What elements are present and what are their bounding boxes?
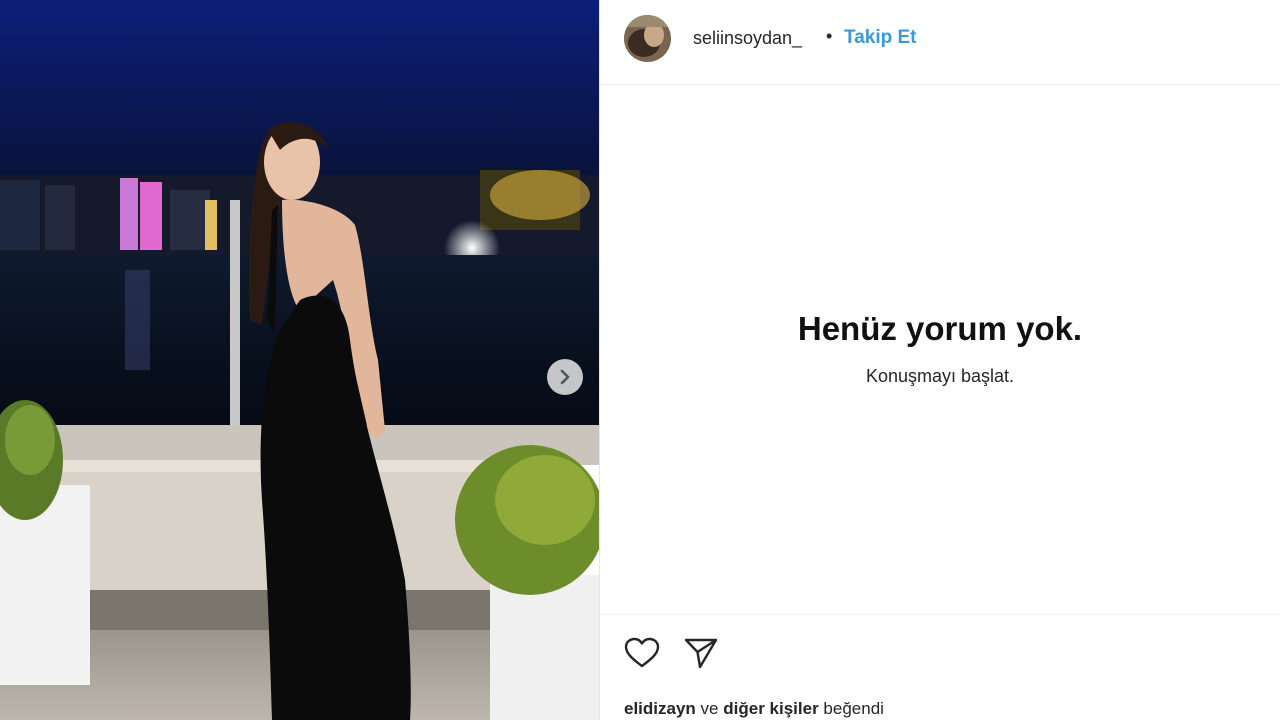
like-button[interactable] xyxy=(624,637,660,674)
separator-dot: • xyxy=(826,26,833,46)
post-actions: elidizayn ve diğer kişiler beğendi xyxy=(600,614,1280,721)
username-link[interactable]: seliinsoydan_ xyxy=(693,28,802,49)
avatar-image xyxy=(624,15,671,62)
liked-by-others-link[interactable]: diğer kişiler xyxy=(723,699,818,718)
follow-button[interactable]: Takip Et xyxy=(844,27,917,49)
chevron-right-icon xyxy=(560,369,570,385)
likes-suffix: beğendi xyxy=(823,699,884,718)
likes-summary: elidizayn ve diğer kişiler beğendi xyxy=(624,699,884,719)
empty-comments-title: Henüz yorum yok. xyxy=(797,310,1083,347)
post-header: seliinsoydan_ • Takip Et xyxy=(600,0,1280,85)
liked-by-user-link[interactable]: elidizayn xyxy=(624,699,696,718)
post-photo xyxy=(0,0,599,720)
avatar[interactable] xyxy=(624,15,671,62)
send-icon xyxy=(684,638,718,669)
post-side-panel: seliinsoydan_ • Takip Et Henüz yorum yok… xyxy=(600,0,1280,720)
likes-connector: ve xyxy=(700,699,719,718)
carousel-next-button[interactable] xyxy=(547,359,583,395)
share-button[interactable] xyxy=(684,637,718,674)
post-media[interactable] xyxy=(0,0,599,720)
empty-comments-subtitle: Konuşmayı başlat. xyxy=(865,366,1015,386)
heart-icon xyxy=(624,637,660,668)
